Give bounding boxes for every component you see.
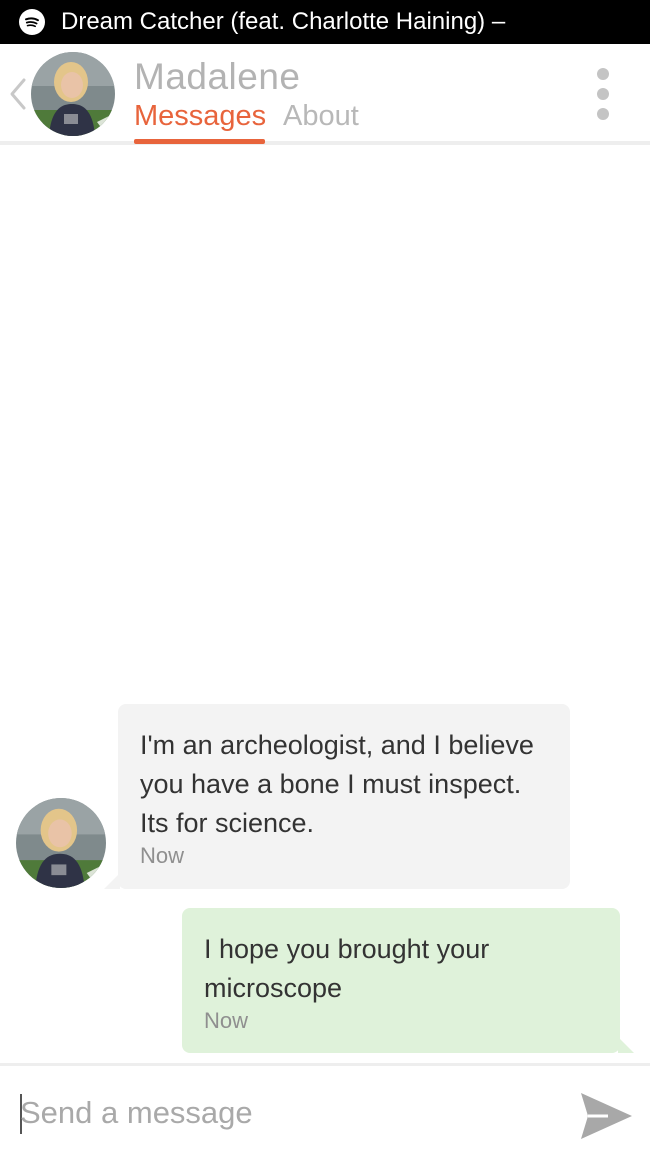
- spotify-icon: [19, 9, 45, 35]
- conversation-header: Madalene Messages About: [0, 44, 650, 145]
- bubble-tail: [618, 1037, 634, 1053]
- status-bar: Dream Catcher (feat. Charlotte Haining) …: [0, 0, 650, 44]
- incoming-message: I'm an archeologist, and I believe you h…: [104, 704, 570, 889]
- active-tab-indicator: [134, 139, 265, 144]
- message-text: I'm an archeologist, and I believe you h…: [140, 730, 534, 838]
- bubble-tail: [104, 873, 120, 889]
- contact-name: Madalene: [134, 56, 301, 97]
- now-playing-text: Dream Catcher (feat. Charlotte Haining) …: [61, 8, 506, 35]
- tab-messages[interactable]: Messages: [134, 100, 266, 133]
- message-input[interactable]: [20, 1090, 540, 1136]
- message-timestamp: Now: [204, 1008, 249, 1033]
- tab-about[interactable]: About: [283, 100, 359, 133]
- more-vertical-icon[interactable]: [588, 68, 618, 120]
- outgoing-message: I hope you brought your microscope Now: [182, 908, 634, 1053]
- message-composer: [0, 1063, 650, 1156]
- send-icon[interactable]: [578, 1090, 634, 1142]
- message-timestamp: Now: [140, 843, 185, 868]
- avatar[interactable]: [31, 52, 115, 136]
- chevron-left-icon[interactable]: [6, 76, 30, 112]
- message-text: I hope you brought your microscope: [204, 934, 490, 1003]
- sender-avatar[interactable]: [16, 798, 106, 888]
